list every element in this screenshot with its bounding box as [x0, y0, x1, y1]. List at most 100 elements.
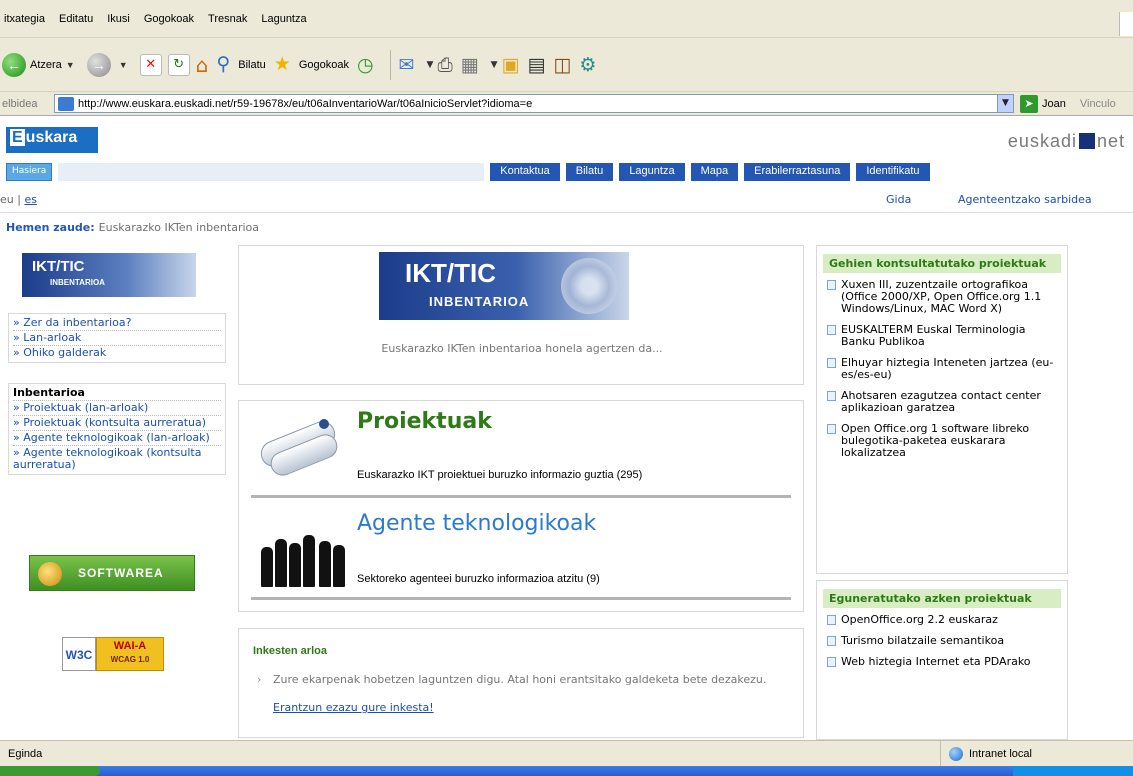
- messenger-icon[interactable]: ⚙: [579, 54, 596, 76]
- menu-help[interactable]: Laguntza: [261, 13, 306, 25]
- intro-text: Euskarazko IKTen inbentarioa honela ager…: [381, 342, 663, 355]
- edit-icon[interactable]: ▦: [461, 54, 479, 76]
- survey-text-body: Zure ekarpenak hobetzen laguntzen digu. …: [273, 673, 767, 686]
- home-button[interactable]: Hasiera: [6, 163, 53, 181]
- search-icon: ⚲: [216, 54, 231, 75]
- banner-title: IKT/TIC: [405, 258, 496, 288]
- go-arrow-icon: ➤: [1020, 94, 1038, 113]
- softwarea-label: SOFTWAREA: [78, 566, 164, 580]
- software-icon: [38, 562, 62, 586]
- list-item[interactable]: Elhuyar hiztegia Inteneten jartzea (eu-e…: [825, 357, 1061, 381]
- people-silhouettes-image: [261, 527, 345, 587]
- logo-text: uskara: [25, 129, 78, 146]
- euskara-logo[interactable]: Euskara: [6, 127, 98, 153]
- projects-desc: Euskarazko IKT proiektuei buruzko inform…: [357, 469, 643, 481]
- nav-erabilerraztasuna[interactable]: Erabilerraztasuna: [744, 163, 851, 181]
- link-lan-arloak[interactable]: » Lan-arloak: [13, 331, 221, 346]
- lang-es-link[interactable]: es: [24, 193, 37, 206]
- menu-favorites[interactable]: Gogokoak: [144, 13, 194, 25]
- most-consulted-title: Gehien kontsultatutako proiektuak: [823, 254, 1061, 273]
- discuss-icon[interactable]: ▤: [527, 54, 545, 76]
- start-button[interactable]: [0, 766, 100, 776]
- star-icon: ★: [273, 54, 291, 75]
- link-ohiko-galderak[interactable]: » Ohiko galderak: [13, 346, 221, 360]
- folder-icon[interactable]: ▣: [502, 54, 520, 76]
- ikt-tic-logo[interactable]: IKT/TIC INBENTARIOA: [22, 253, 196, 297]
- chevron-down-icon[interactable]: ▼: [66, 60, 75, 70]
- document-icon: [827, 280, 836, 290]
- history-icon[interactable]: ◷: [357, 54, 374, 76]
- link-zer-da[interactable]: » Zer da inbentarioa?: [13, 316, 221, 331]
- language-row: eu | es Gida Agenteentzako sarbidea: [0, 193, 1133, 209]
- document-icon: [827, 358, 836, 368]
- home-icon[interactable]: ⌂: [196, 53, 209, 77]
- most-consulted-list: Xuxen III, zuzentzaile ortografikoa (Off…: [817, 273, 1067, 459]
- lang-eu[interactable]: eu |: [0, 193, 24, 206]
- menu-edit[interactable]: Editatu: [59, 13, 93, 25]
- link-projects-advanced[interactable]: » Proiektuak (kontsulta aurreratua): [13, 415, 221, 430]
- mail-icon[interactable]: ✉: [399, 54, 415, 76]
- print-icon[interactable]: ⎙: [437, 54, 452, 76]
- chevron-down-icon[interactable]: ▼: [427, 60, 434, 70]
- menu-view[interactable]: Ikusi: [107, 13, 130, 25]
- wai-a-label: WAI-A WCAG 1.0: [96, 637, 164, 671]
- back-arrow-icon: ←: [2, 52, 26, 77]
- softwarea-button[interactable]: SOFTWAREA: [29, 555, 195, 591]
- chevron-down-icon[interactable]: ▼: [491, 60, 498, 70]
- list-item[interactable]: EUSKALTERM Euskal Terminologia Banku Pub…: [825, 324, 1061, 348]
- favorites-label: Gogokoak: [298, 58, 349, 71]
- list-item[interactable]: Xuxen III, zuzentzaile ortografikoa (Off…: [825, 279, 1061, 315]
- sections-box: Proiektuak Euskarazko IKT proiektuei bur…: [238, 400, 804, 612]
- link-agents-areas[interactable]: » Agente teknologikoak (lan-arloak): [13, 430, 221, 445]
- list-item[interactable]: Turismo bilatzaile semantikoa: [825, 635, 1061, 647]
- survey-title: Inkesten arloa: [253, 645, 327, 657]
- agents-access-link[interactable]: Agenteentzako sarbidea: [958, 193, 1092, 206]
- list-item[interactable]: Web hiztegia Internet eta PDArako: [825, 656, 1061, 668]
- list-item-label: OpenOffice.org 2.2 euskaraz: [841, 613, 998, 626]
- nav-laguntza[interactable]: Laguntza: [619, 163, 685, 181]
- list-item[interactable]: Ahotsaren ezagutzea contact center aplik…: [825, 390, 1061, 414]
- stop-icon[interactable]: ✕: [139, 53, 162, 76]
- euskadi-net-logo[interactable]: euskadi net: [1008, 131, 1125, 152]
- nav-kontaktua[interactable]: Kontaktua: [490, 163, 560, 181]
- refresh-icon[interactable]: ↻: [167, 53, 190, 76]
- nav-mapa[interactable]: Mapa: [690, 163, 739, 181]
- link-projects-areas[interactable]: » Proiektuak (lan-arloak): [13, 400, 221, 415]
- globe-icon: [949, 747, 963, 761]
- list-item-label: Open Office.org 1 software libreko buleg…: [841, 422, 1030, 459]
- list-item[interactable]: OpenOffice.org 2.2 euskaraz: [825, 614, 1061, 626]
- recent-projects-title: Eguneratutako azken proiektuak: [823, 589, 1061, 608]
- windows-logo-icon: [1119, 12, 1133, 36]
- go-button[interactable]: ➤ Joan: [1020, 94, 1066, 113]
- w3c-wai-badge[interactable]: W3C WAI-A WCAG 1.0: [62, 637, 164, 671]
- favorites-button[interactable]: ★ Gogokoak: [274, 53, 349, 76]
- survey-text: › Zure ekarpenak hobetzen laguntzen digu…: [257, 673, 773, 686]
- divider: [0, 212, 1133, 213]
- list-item-label: Xuxen III, zuzentzaile ortografikoa (Off…: [841, 278, 1042, 315]
- menu-file[interactable]: itxategia: [4, 13, 45, 25]
- research-icon[interactable]: ◫: [553, 54, 571, 76]
- menu-bar: itxategia Editatu Ikusi Gogokoak Tresnak…: [0, 0, 1133, 38]
- list-item[interactable]: Open Office.org 1 software libreko buleg…: [825, 423, 1061, 459]
- nav-bilatu[interactable]: Bilatu: [565, 163, 614, 181]
- brand-block-icon: [1078, 133, 1095, 149]
- agents-title[interactable]: Agente teknologikoak: [357, 511, 596, 536]
- nav-identifikatu[interactable]: Identifikatu: [856, 163, 930, 181]
- link-agents-advanced[interactable]: » Agente teknologikoak (kontsulta aurrer…: [13, 445, 221, 472]
- search-button[interactable]: ⚲ Bilatu: [216, 53, 265, 76]
- chevron-down-icon[interactable]: ▼: [119, 60, 128, 70]
- go-label: Joan: [1042, 97, 1066, 110]
- projects-title[interactable]: Proiektuak: [357, 409, 492, 434]
- chevron-down-icon[interactable]: ▼: [997, 95, 1013, 112]
- forward-button[interactable]: → ▼: [86, 52, 132, 77]
- back-button[interactable]: ← Atzera ▼: [2, 52, 79, 77]
- links-label[interactable]: Vinculo: [1080, 98, 1116, 110]
- survey-link[interactable]: Erantzun ezazu gure inkesta!: [273, 701, 434, 714]
- address-input[interactable]: http://www.euskara.euskadi.net/r59-19678…: [54, 94, 1014, 113]
- menu-tools[interactable]: Tresnak: [208, 13, 247, 25]
- document-icon: [827, 391, 836, 401]
- url-text[interactable]: http://www.euskara.euskadi.net/r59-19678…: [78, 98, 532, 110]
- most-consulted-box: Gehien kontsultatutako proiektuak Xuxen …: [816, 245, 1068, 574]
- document-icon: [827, 424, 836, 434]
- gida-link[interactable]: Gida: [886, 193, 911, 206]
